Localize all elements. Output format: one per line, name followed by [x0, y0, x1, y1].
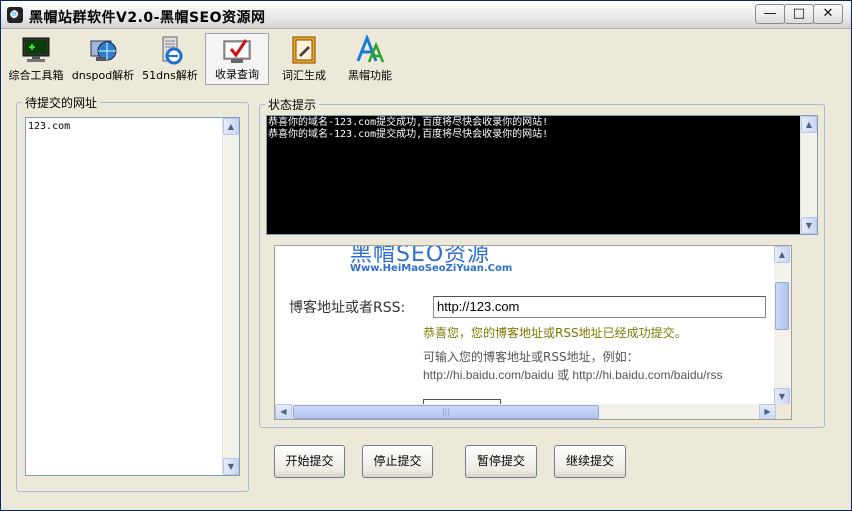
toolbar: 综合工具箱 dnspod解析 51dns解析 收录查询 词汇生成 黑帽功能 — [1, 31, 851, 87]
tool-label: 51dns解析 — [142, 69, 198, 82]
title-bar[interactable]: 黑帽站群软件V2.0-黑帽SEO资源网 — □ ✕ — [1, 1, 851, 29]
list-item[interactable]: 123.com — [28, 121, 70, 132]
url-list[interactable]: 123.com ▲ ▼ — [25, 117, 240, 476]
scroll-down-button[interactable]: ▼ — [801, 217, 817, 234]
tool-index-query[interactable]: 收录查询 — [205, 33, 269, 85]
hint-example-text: http://hi.baidu.com/baidu 或 http://hi.ba… — [423, 368, 723, 382]
start-submit-button[interactable]: 开始提交 — [274, 445, 345, 478]
tool-dnspod[interactable]: dnspod解析 — [71, 33, 135, 85]
scroll-up-button[interactable]: ▲ — [801, 116, 817, 133]
scroll-thumb[interactable] — [775, 282, 789, 330]
resume-submit-button[interactable]: 继续提交 — [554, 445, 626, 478]
embedded-browser: 黑帽SEO资源 Www.HeiMaoSeoZiYuan.Com 博客地址或者RS… — [274, 245, 792, 420]
tool-label: 黑帽功能 — [348, 69, 392, 82]
browser-vertical-scrollbar[interactable]: ▲ ▼ — [774, 246, 791, 405]
url-list-scrollbar[interactable]: ▲ ▼ — [222, 118, 239, 475]
minimize-button[interactable]: — — [755, 4, 785, 24]
scroll-left-button[interactable]: ◀ — [275, 404, 292, 419]
rss-field-label: 博客地址或者RSS: — [289, 300, 406, 316]
stop-submit-button[interactable]: 停止提交 — [362, 445, 433, 478]
scroll-down-button[interactable]: ▼ — [774, 388, 790, 405]
rss-url-input[interactable]: http://123.com — [433, 296, 766, 318]
tool-label: 收录查询 — [215, 68, 259, 81]
tool-label: 综合工具箱 — [8, 69, 64, 82]
group-legend: 待提交的网址 — [25, 96, 98, 110]
tool-toolbox[interactable]: 综合工具箱 — [3, 33, 69, 85]
pause-submit-button[interactable]: 暂停提交 — [465, 445, 537, 478]
tool-label: 词汇生成 — [282, 69, 326, 82]
app-icon — [7, 7, 23, 23]
group-legend: 状态提示 — [268, 98, 317, 112]
network-globe-icon — [90, 40, 117, 61]
checkmark-monitor-icon — [223, 39, 251, 63]
scroll-up-button[interactable]: ▲ — [774, 246, 790, 263]
monitor-icon — [22, 37, 50, 62]
tool-label: dnspod解析 — [71, 69, 135, 82]
scroll-up-button[interactable]: ▲ — [223, 118, 239, 135]
main-window: 黑帽站群软件V2.0-黑帽SEO资源网 — □ ✕ 综合工具箱 dnspod解析 — [0, 0, 852, 511]
browser-horizontal-scrollbar[interactable]: ◀ ||| ▶ — [275, 404, 776, 419]
console-line: 恭喜你的域名-123.com提交成功,百度将尽快会收录你的网站! — [268, 117, 549, 128]
scroll-thumb[interactable]: ||| — [293, 405, 599, 419]
font-a-icon — [356, 35, 385, 63]
console-scrollbar[interactable]: ▲ ▼ — [800, 116, 817, 234]
close-button[interactable]: ✕ — [813, 4, 843, 24]
edit-document-icon — [292, 36, 316, 64]
hint-text: 可输入您的博客地址或RSS地址，例如： — [423, 350, 639, 364]
tool-word-gen[interactable]: 词汇生成 — [273, 33, 335, 85]
status-console[interactable]: 恭喜你的域名-123.com提交成功,百度将尽快会收录你的网站! 恭喜你的域名-… — [266, 115, 818, 235]
scroll-down-button[interactable]: ▼ — [223, 458, 239, 475]
console-line: 恭喜你的域名-123.com提交成功,百度将尽快会收录你的网站! — [268, 129, 549, 140]
tool-blackhat[interactable]: 黑帽功能 — [339, 33, 401, 85]
scroll-corner — [776, 404, 791, 419]
server-ie-icon — [162, 36, 183, 65]
tool-51dns[interactable]: 51dns解析 — [139, 33, 201, 85]
site-logo-url: Www.HeiMaoSeoZiYuan.Com — [350, 263, 513, 274]
scroll-right-button[interactable]: ▶ — [759, 404, 776, 419]
maximize-button[interactable]: □ — [784, 4, 814, 24]
window-title: 黑帽站群软件V2.0-黑帽SEO资源网 — [29, 10, 266, 26]
success-message: 恭喜您，您的博客地址或RSS地址已经成功提交。 — [423, 326, 687, 340]
